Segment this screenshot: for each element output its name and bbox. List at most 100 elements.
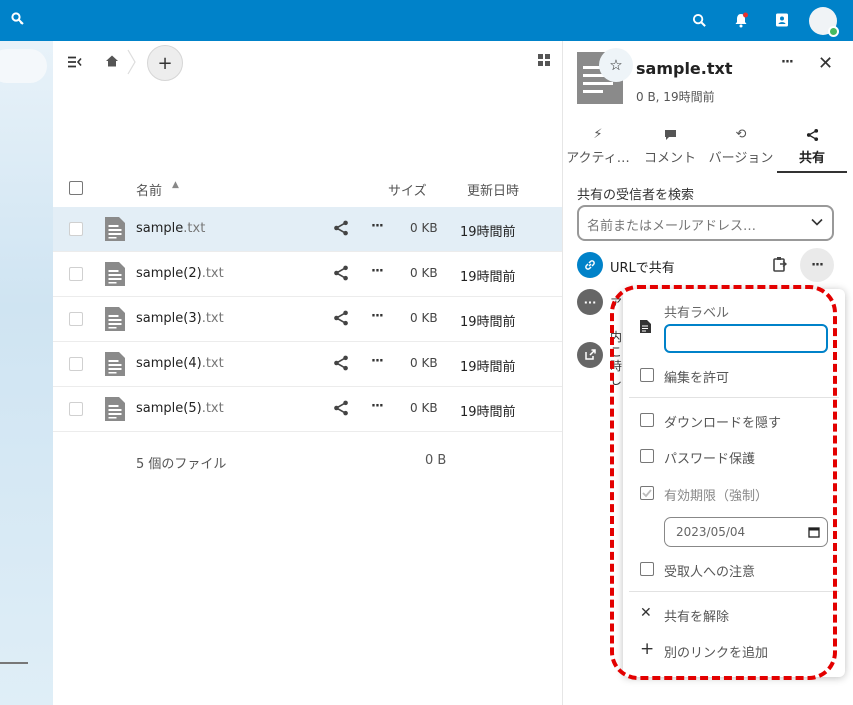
history-icon: ⟲ xyxy=(735,127,747,142)
file-name[interactable]: sample(5).txt xyxy=(136,401,224,416)
file-modified: 19時間前 xyxy=(460,360,516,375)
sidebar-file-meta: 0 B, 19時間前 xyxy=(636,90,715,104)
row-actions-button[interactable]: ··· xyxy=(371,354,384,369)
calendar-icon[interactable] xyxy=(808,526,820,538)
menu-separator xyxy=(629,591,839,592)
star-icon: ☆ xyxy=(609,56,623,74)
favorite-star-button[interactable]: ☆ xyxy=(599,48,633,82)
sidebar-actions-button[interactable]: ··· xyxy=(781,55,794,70)
close-icon: ✕ xyxy=(640,605,652,621)
file-modified: 19時間前 xyxy=(460,315,516,330)
allow-edit-checkbox[interactable] xyxy=(640,368,654,382)
table-row[interactable]: sample(5).txt ··· 0 KB 19時間前 xyxy=(53,387,562,432)
allow-edit-option[interactable]: 編集を許可 xyxy=(623,360,845,390)
file-size: 0 KB xyxy=(410,221,438,235)
share-icon[interactable] xyxy=(333,400,349,416)
table-row[interactable]: sample(3).txt ··· 0 KB 19時間前 xyxy=(53,297,562,342)
share-label-title: 共有ラベル xyxy=(664,306,730,321)
contacts-icon[interactable] xyxy=(772,10,792,30)
add-another-link-label: 別のリンクを追加 xyxy=(664,646,769,661)
toggle-sidebar-icon[interactable] xyxy=(67,56,83,72)
nav-divider xyxy=(0,662,28,664)
text-file-icon xyxy=(105,307,125,331)
expiry-date-value: 2023/05/04 xyxy=(676,525,746,539)
share-icon xyxy=(777,123,847,147)
note-to-recipient-label: 受取人への注意 xyxy=(664,565,756,580)
expiry-date-input[interactable]: 2023/05/04 xyxy=(664,517,828,547)
tab-versions[interactable]: ⟲ バージョン xyxy=(706,123,776,173)
row-checkbox[interactable] xyxy=(69,402,83,416)
table-row[interactable]: sample(4).txt ··· 0 KB 19時間前 xyxy=(53,342,562,387)
sidebar-file-title: sample.txt xyxy=(636,59,733,78)
tab-label: アクティ… xyxy=(566,151,630,166)
hide-download-option[interactable]: ダウンロードを隠す xyxy=(623,405,845,435)
share-icon[interactable] xyxy=(333,355,349,371)
sidebar-tabs: ⚡ アクティ… コメント ⟲ バージョン 共有 xyxy=(563,123,853,173)
share-icon[interactable] xyxy=(333,265,349,281)
table-row[interactable]: sample.txt ··· 0 KB 19時間前 xyxy=(53,207,562,252)
add-another-link-option[interactable]: + 別のリンクを追加 xyxy=(623,635,845,665)
row-checkbox[interactable] xyxy=(69,312,83,326)
hidden-share-text: し xyxy=(610,373,623,387)
link-icon xyxy=(577,252,603,278)
grid-view-icon[interactable] xyxy=(538,54,550,66)
column-modified-header[interactable]: 更新日時 xyxy=(467,180,519,199)
row-checkbox[interactable] xyxy=(69,357,83,371)
password-protect-checkbox[interactable] xyxy=(640,449,654,463)
password-protect-option[interactable]: パスワード保護 xyxy=(623,441,845,471)
row-actions-button[interactable]: ··· xyxy=(371,399,384,414)
bell-icon[interactable] xyxy=(731,10,751,30)
row-actions-button[interactable]: ··· xyxy=(371,219,384,234)
file-name[interactable]: sample(2).txt xyxy=(136,266,224,281)
file-modified: 19時間前 xyxy=(460,225,516,240)
menu-separator xyxy=(629,397,839,398)
hidden-share-text: ア xyxy=(610,296,623,310)
column-name-header[interactable]: 名前 xyxy=(136,180,162,199)
avatar[interactable] xyxy=(809,7,839,37)
select-all-checkbox[interactable] xyxy=(69,181,83,195)
tab-activity[interactable]: ⚡ アクティ… xyxy=(563,123,633,173)
search-icon[interactable] xyxy=(689,10,709,30)
sort-ascending-icon: ▲ xyxy=(172,180,179,190)
table-header: 名前 ▲ サイズ 更新日時 xyxy=(53,172,562,204)
share-link-menu-button[interactable]: ··· xyxy=(800,248,834,282)
table-row[interactable]: sample(2).txt ··· 0 KB 19時間前 xyxy=(53,252,562,297)
unshare-option[interactable]: ✕ 共有を解除 xyxy=(623,599,845,629)
external-share-icon[interactable] xyxy=(577,342,603,368)
password-protect-label: パスワード保護 xyxy=(664,452,756,467)
file-name[interactable]: sample(4).txt xyxy=(136,356,224,371)
text-file-icon xyxy=(105,217,125,241)
total-size-summary: 0 B xyxy=(425,453,447,468)
note-to-recipient-checkbox[interactable] xyxy=(640,562,654,576)
search-icon[interactable] xyxy=(9,10,29,30)
share-label-input[interactable] xyxy=(664,324,828,353)
share-link-options-menu: 共有ラベル 編集を許可 ダウンロードを隠す パスワード保護 有効期限（強制） 2… xyxy=(623,289,845,677)
file-size: 0 KB xyxy=(410,356,438,370)
file-name[interactable]: sample(3).txt xyxy=(136,311,224,326)
home-icon[interactable] xyxy=(105,54,119,72)
file-count-summary: 5 個のファイル xyxy=(136,457,227,472)
tab-sharing[interactable]: 共有 xyxy=(777,123,847,173)
row-actions-button[interactable]: ··· xyxy=(371,309,384,324)
row-checkbox[interactable] xyxy=(69,222,83,236)
copy-link-icon[interactable] xyxy=(772,256,788,272)
expiry-date-label: 有効期限（強制） xyxy=(664,489,769,504)
row-checkbox[interactable] xyxy=(69,267,83,281)
text-file-icon xyxy=(105,262,125,286)
note-to-recipient-option[interactable]: 受取人への注意 xyxy=(623,554,845,584)
file-name[interactable]: sample.txt xyxy=(136,221,205,236)
share-icon[interactable] xyxy=(333,310,349,326)
more-options-icon[interactable]: ··· xyxy=(577,289,603,315)
plus-icon: + xyxy=(640,639,655,659)
share-icon[interactable] xyxy=(333,220,349,236)
file-modified: 19時間前 xyxy=(460,405,516,420)
column-size-header[interactable]: サイズ xyxy=(388,180,427,199)
share-search-label: 共有の受信者を検索 xyxy=(577,188,695,203)
share-recipient-search[interactable]: 名前またはメールアドレス… xyxy=(577,205,834,241)
close-sidebar-button[interactable]: ✕ xyxy=(818,53,833,74)
new-button[interactable]: + xyxy=(147,45,183,81)
nav-item-pill[interactable] xyxy=(0,49,47,83)
row-actions-button[interactable]: ··· xyxy=(371,264,384,279)
hide-download-checkbox[interactable] xyxy=(640,413,654,427)
tab-comments[interactable]: コメント xyxy=(635,123,705,173)
